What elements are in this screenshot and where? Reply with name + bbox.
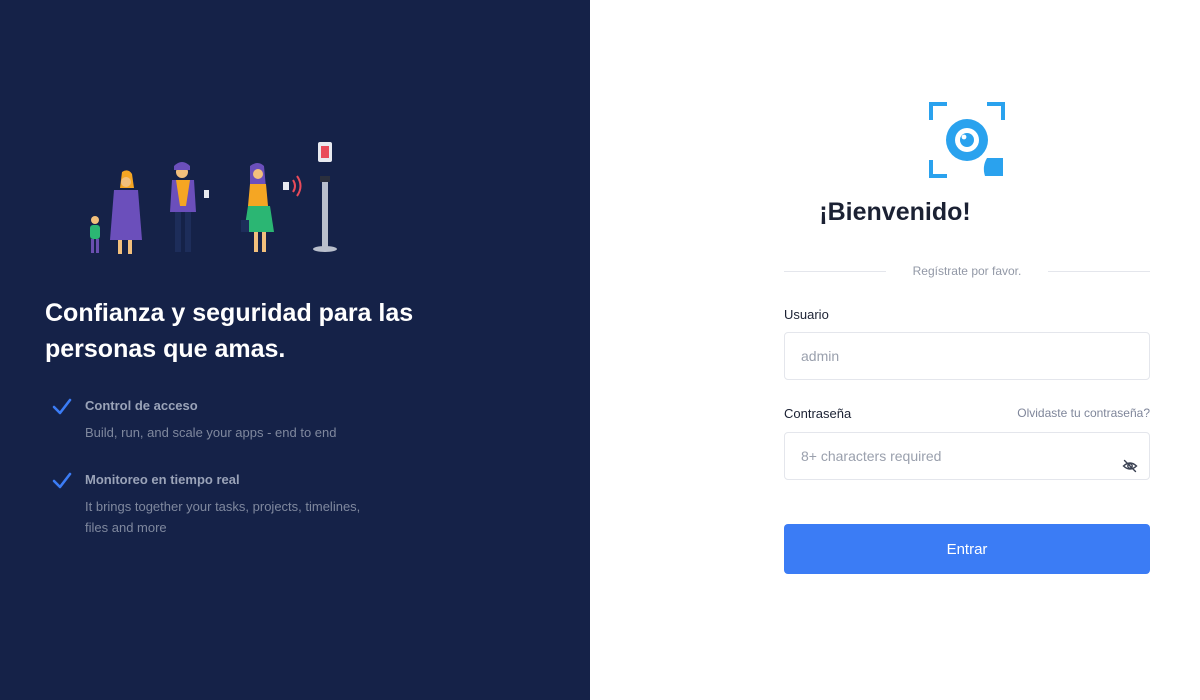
- login-panel: ¡Bienvenido! Regístrate por favor. Usuar…: [590, 0, 1200, 700]
- left-panel: Confianza y seguridad para las personas …: [0, 0, 590, 700]
- subtitle-divider: Regístrate por favor.: [784, 263, 1150, 281]
- access-terminal: [313, 142, 337, 252]
- feature-title: Control de acceso: [85, 398, 198, 413]
- username-label: Usuario: [784, 307, 829, 322]
- check-icon: [52, 398, 72, 415]
- login-button[interactable]: Entrar: [784, 524, 1150, 574]
- check-icon: [52, 472, 72, 489]
- password-input[interactable]: [784, 432, 1150, 480]
- feature-description: Build, run, and scale your apps - end to…: [85, 425, 337, 440]
- forgot-password-link[interactable]: Olvidaste tu contraseña?: [1017, 406, 1150, 420]
- headline: Confianza y seguridad para las personas …: [45, 299, 414, 363]
- man-figure: [170, 162, 209, 252]
- feature-description: It brings together your tasks, projects,…: [85, 499, 361, 535]
- welcome-title: ¡Bienvenido!: [819, 198, 971, 226]
- username-input[interactable]: [784, 332, 1150, 380]
- woman-figure: [110, 170, 142, 254]
- camera-logo-icon: [929, 102, 1005, 178]
- people-illustration: [90, 142, 337, 254]
- password-label: Contraseña: [784, 406, 852, 421]
- feature-title: Monitoreo en tiempo real: [85, 472, 240, 487]
- woman-with-phone-figure: [241, 163, 302, 252]
- child-figure: [90, 216, 100, 253]
- eye-off-icon[interactable]: [1122, 459, 1138, 473]
- divider-line: [1048, 271, 1150, 272]
